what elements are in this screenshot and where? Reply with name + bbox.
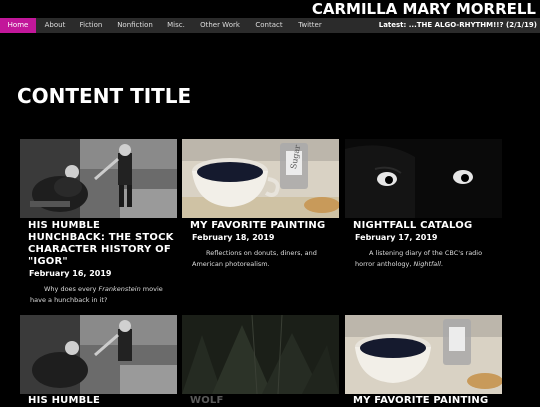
post-title[interactable]: WOLF — [190, 395, 340, 407]
post-date: February 17, 2019 — [355, 233, 438, 242]
forest-image[interactable] — [182, 315, 339, 394]
post-title[interactable]: HIS HUMBLE — [28, 395, 178, 407]
nav-home[interactable]: Home — [0, 18, 36, 33]
post-description-text: . — [440, 260, 443, 268]
nav-other-work[interactable]: Other Work — [196, 18, 244, 33]
post-description-emphasis: Frankenstein — [98, 285, 141, 293]
latest-post-link[interactable]: Latest: ...THE ALGO-RHYTHM!!? (2/1/19) — [379, 18, 537, 33]
nav-misc[interactable]: Misc. — [162, 18, 190, 33]
post-description: A listening diary of the CBC's radio hor… — [355, 248, 495, 270]
post-title[interactable]: MY FAVORITE PAINTING — [353, 395, 503, 407]
nav-nonfiction[interactable]: Nonfiction — [113, 18, 157, 33]
post-card-painting[interactable]: Sugar MY FAVORITE PAINTING February 18, … — [182, 139, 340, 309]
post-description: Why does every Frankenstein movie have a… — [30, 284, 170, 306]
page-title: CONTENT TITLE — [17, 84, 192, 108]
coffee-painting-image[interactable]: Sugar — [182, 139, 339, 218]
post-date: February 16, 2019 — [29, 269, 112, 278]
post-title[interactable]: NIGHTFALL CATALOG — [353, 220, 503, 232]
post-card-wolf[interactable]: WOLF — [182, 315, 340, 407]
post-card-hunchback[interactable]: HIS HUMBLE HUNCHBACK: THE STOCK CHARACTE… — [20, 139, 178, 309]
site-title[interactable]: CARMILLA MARY MORRELL — [312, 0, 536, 18]
post-title[interactable]: HIS HUMBLE HUNCHBACK: THE STOCK CHARACTE… — [28, 220, 178, 268]
nav-fiction[interactable]: Fiction — [74, 18, 108, 33]
post-description: Reflections on donuts, diners, and Ameri… — [192, 249, 317, 268]
post-title[interactable]: MY FAVORITE PAINTING — [190, 220, 345, 232]
post-card-nightfall[interactable]: NIGHTFALL CATALOG February 17, 2019 A li… — [345, 139, 503, 309]
post-card-hunchback-2[interactable]: HIS HUMBLE — [20, 315, 178, 407]
post-description-emphasis: Nightfall — [413, 260, 441, 268]
hunchback-image[interactable] — [20, 139, 177, 218]
nav-twitter[interactable]: Twitter — [293, 18, 327, 33]
cat-eyes-image[interactable] — [345, 139, 502, 218]
nav-about[interactable]: About — [40, 18, 70, 33]
post-description-text: Why does every — [44, 285, 99, 293]
coffee-painting-image[interactable] — [345, 315, 502, 394]
nav-contact[interactable]: Contact — [251, 18, 287, 33]
nav-bar: Home About Fiction Nonfiction Misc. Othe… — [0, 18, 540, 33]
post-date: February 18, 2019 — [192, 233, 275, 242]
hunchback-image[interactable] — [20, 315, 177, 394]
post-card-painting-2[interactable]: MY FAVORITE PAINTING — [345, 315, 503, 407]
